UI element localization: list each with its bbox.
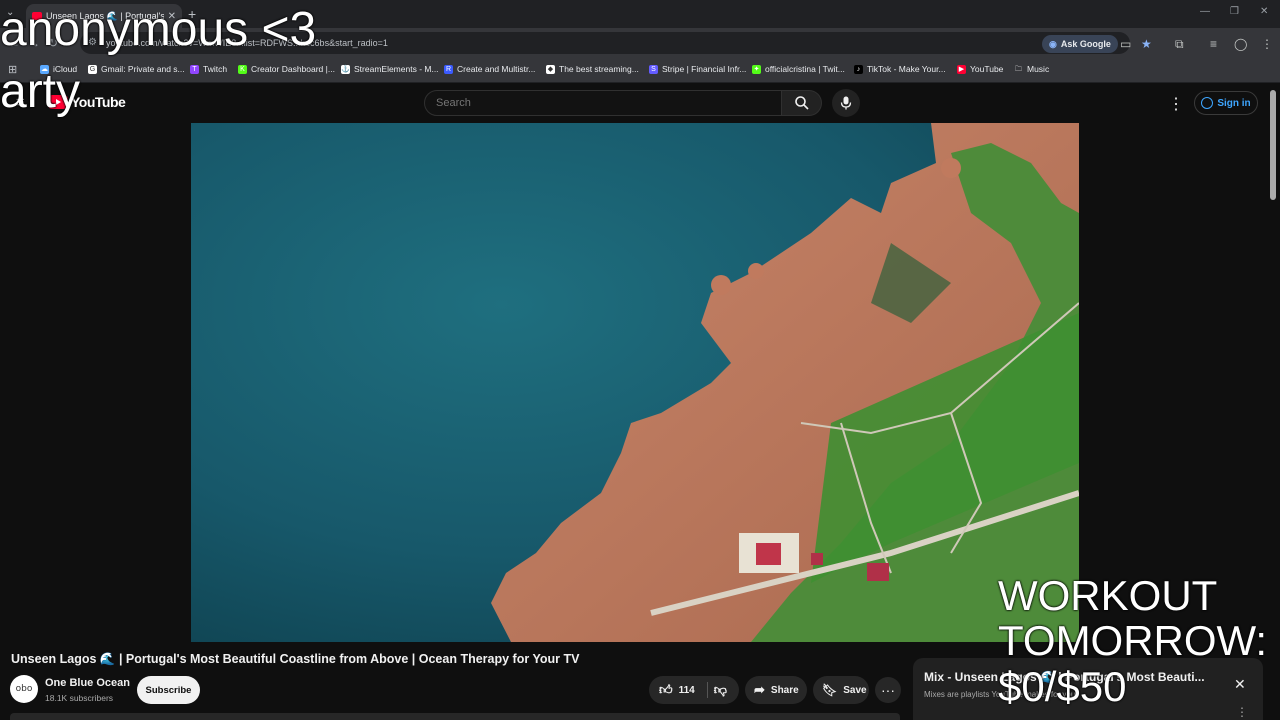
bookmark-item[interactable]: ◆ The best streaming...: [546, 64, 639, 74]
bookmark-label: The best streaming...: [559, 64, 639, 74]
bookmark-label: Gmail: Private and s...: [101, 64, 185, 74]
sign-in-label: Sign in: [1217, 97, 1251, 109]
bookmark-label: StreamElements - M...: [354, 64, 439, 74]
more-actions-button[interactable]: ···: [875, 677, 901, 703]
bookmark-item[interactable]: ✦ officialcristina | Twit...: [752, 64, 845, 74]
search-input[interactable]: [434, 96, 778, 110]
bookmark-favicon-icon: ♪: [854, 64, 863, 74]
page-scrollbar[interactable]: [1270, 90, 1276, 200]
voice-search-button[interactable]: [832, 89, 860, 117]
ask-google-button[interactable]: ◉ Ask Google: [1042, 35, 1118, 53]
like-button[interactable]: 👍︎ 114: [659, 682, 695, 698]
star-icon[interactable]: ★: [1141, 37, 1152, 51]
bookmark-label: YouTube: [970, 64, 1004, 74]
like-count: 114: [678, 684, 695, 696]
bookmark-favicon-icon: R: [444, 64, 453, 74]
bookmark-favicon-icon: ▶: [957, 64, 966, 74]
stream-overlay-goal: WORKOUT TOMORROW: $0/$50: [998, 573, 1267, 709]
bookmark-label: TikTok - Make Your...: [867, 64, 946, 74]
bookmark-item[interactable]: 🗀 Music: [1014, 64, 1049, 74]
share-button[interactable]: ➦ Share: [745, 676, 807, 704]
subscriber-count: 18.1K subscribers: [45, 693, 114, 703]
bookmark-favicon-icon: K: [238, 64, 247, 74]
video-player[interactable]: [191, 123, 1079, 642]
search-button[interactable]: [782, 90, 822, 116]
like-dislike-group: 👍︎ 114 👎︎: [649, 676, 739, 704]
settings-more-icon[interactable]: ⋮: [1168, 94, 1184, 114]
search-icon: [794, 96, 809, 110]
bookmark-item[interactable]: S Stripe | Financial Infr...: [649, 64, 746, 74]
profile-icon[interactable]: ◯: [1234, 37, 1247, 51]
bookmark-label: Twitch: [203, 64, 228, 74]
save-label: Save: [843, 684, 867, 696]
bookmark-item[interactable]: ▶ YouTube: [957, 64, 1003, 74]
bookmark-item[interactable]: G Gmail: Private and s...: [88, 64, 185, 74]
goal-progress: $0/$50: [998, 662, 1127, 710]
bookmark-favicon-icon: ⚓: [341, 64, 350, 74]
media-icon[interactable]: ≡: [1210, 37, 1217, 51]
bookmark-item[interactable]: T Twitch: [190, 64, 227, 74]
ask-google-label: Ask Google: [1060, 39, 1111, 49]
bookmark-favicon-icon: 🗀: [1014, 64, 1023, 74]
minimize-button[interactable]: —: [1200, 6, 1210, 17]
maximize-button[interactable]: ❐: [1230, 6, 1239, 17]
sign-in-button[interactable]: Sign in: [1194, 91, 1258, 115]
aerial-coastline-video-frame: [191, 123, 1079, 642]
close-window-button[interactable]: ✕: [1260, 6, 1268, 17]
bookmark-label: Stripe | Financial Infr...: [662, 64, 747, 74]
stream-overlay-name-line: arty: [0, 65, 81, 118]
channel-avatar[interactable]: obo: [10, 675, 38, 703]
description-box-edge[interactable]: [10, 713, 900, 720]
bookmark-label: Music: [1027, 64, 1050, 74]
subscribe-button[interactable]: Subscribe: [137, 676, 200, 704]
bookmark-favicon-icon: S: [649, 64, 658, 74]
microphone-icon: [840, 96, 852, 110]
bookmark-icon: 🔖︎: [822, 683, 838, 697]
bookmark-item[interactable]: K Creator Dashboard |...: [238, 64, 335, 74]
dislike-button[interactable]: 👎︎: [714, 682, 727, 698]
save-button[interactable]: 🔖︎ Save: [813, 676, 869, 704]
google-lens-icon: ◉: [1049, 38, 1057, 49]
bookmark-label: Creator Dashboard |...: [251, 64, 335, 74]
user-icon: [1201, 97, 1214, 109]
bookmark-item[interactable]: ♪ TikTok - Make Your...: [854, 64, 946, 74]
goal-line-2: TOMORROW:: [998, 617, 1268, 665]
bookmark-label: officialcristina | Twit...: [765, 64, 845, 74]
goal-line-1: WORKOUT: [998, 572, 1218, 619]
extensions-icon[interactable]: ⧉: [1175, 37, 1184, 52]
bookmark-favicon-icon: T: [190, 64, 199, 74]
share-label: Share: [770, 684, 799, 696]
channel-name[interactable]: One Blue Ocean: [45, 677, 130, 689]
bookmark-favicon-icon: ✦: [752, 64, 761, 74]
divider: [706, 682, 708, 698]
bookmark-favicon-icon: ◆: [546, 64, 555, 74]
thumbs-up-icon: 👍︎: [659, 682, 673, 697]
bookmark-item[interactable]: R Create and Multistr...: [444, 64, 535, 74]
stream-overlay-supporter-line: anonymous <3: [0, 3, 317, 56]
menu-icon[interactable]: ⋮: [1261, 37, 1273, 51]
cast-icon[interactable]: ▭: [1120, 37, 1131, 51]
thumbs-down-icon: 👎︎: [713, 682, 727, 697]
bookmark-item[interactable]: ⚓ StreamElements - M...: [341, 64, 439, 74]
video-title: Unseen Lagos 🌊 | Portugal's Most Beautif…: [11, 652, 580, 666]
share-icon: ➦: [754, 682, 765, 697]
bookmark-favicon-icon: G: [88, 64, 97, 74]
bookmark-label: Create and Multistr...: [457, 64, 536, 74]
